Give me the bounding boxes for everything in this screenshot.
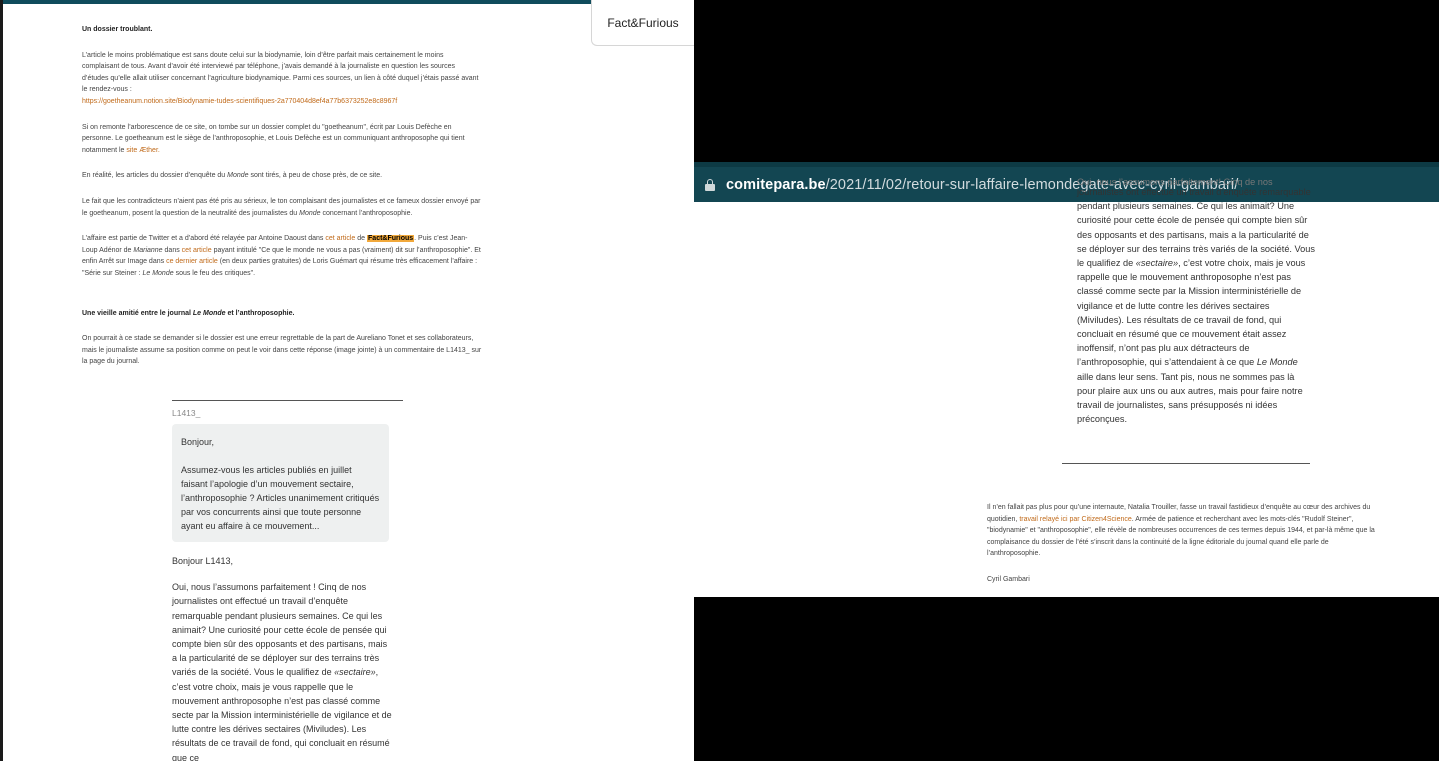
fact-furious-tab[interactable]: Fact&Furious [591,0,694,46]
citizen4science-link[interactable]: travail relayé ici par Citizen4Science [1019,516,1131,523]
daoust-article-link[interactable]: cet article [325,235,355,242]
section-heading: Une vieille amitié entre le journal Le M… [82,309,295,317]
author-signature: Cyril Gambari [987,575,1030,583]
comment-question: Bonjour, Assumez-vous les articles publi… [172,424,389,542]
section-heading: Un dossier troublant. [82,26,153,33]
highlighted-search-term: Fact&Furious [367,235,415,243]
paragraph: Si on remonte l’arborescence de ce site,… [82,123,465,154]
article-body: Un dossier troublant. L’article le moins… [82,24,482,382]
left-article-pane: Un dossier troublant. L’article le moins… [0,0,694,761]
window-edge [0,0,3,761]
journalist-reply: Bonjour L1413, Oui, nous l’assumons parf… [172,556,392,761]
journalist-reply-continued: Oui, nous l’assumons parfaitement! Cinq … [1077,177,1315,425]
paragraph: Le fait que les contradicteurs n’aient p… [82,197,481,217]
paragraph: On pourrait à ce stade se demander si le… [82,335,482,366]
paragraph: Il n’en fallait pas plus pour qu’une int… [987,504,1375,558]
browser-window: comitepara.be/2021/11/02/retour-sur-laff… [694,162,1439,597]
paragraph: L’article le moins problématique est san… [82,51,479,105]
divider [1062,463,1310,464]
paragraph: En réalité, les articles du dossier d’en… [82,172,383,180]
address-bar[interactable]: comitepara.be/2021/11/02/retour-sur-laff… [694,162,1439,202]
aether-link[interactable]: site Æther. [126,147,159,154]
goetheanum-link[interactable]: https://goetheanum.notion.site/Biodynami… [82,98,397,105]
lock-icon [705,179,715,191]
comment-username: L1413_ [172,408,201,418]
top-accent-bar [0,0,694,4]
paragraph: L’affaire est partie de Twitter et a d’a… [82,235,481,277]
marianne-article-link[interactable]: cet article [182,247,212,254]
article-body: Il n’en fallait pas plus pour qu’une int… [987,502,1379,597]
asi-article-link[interactable]: ce dernier article [166,258,218,265]
divider [172,400,403,401]
